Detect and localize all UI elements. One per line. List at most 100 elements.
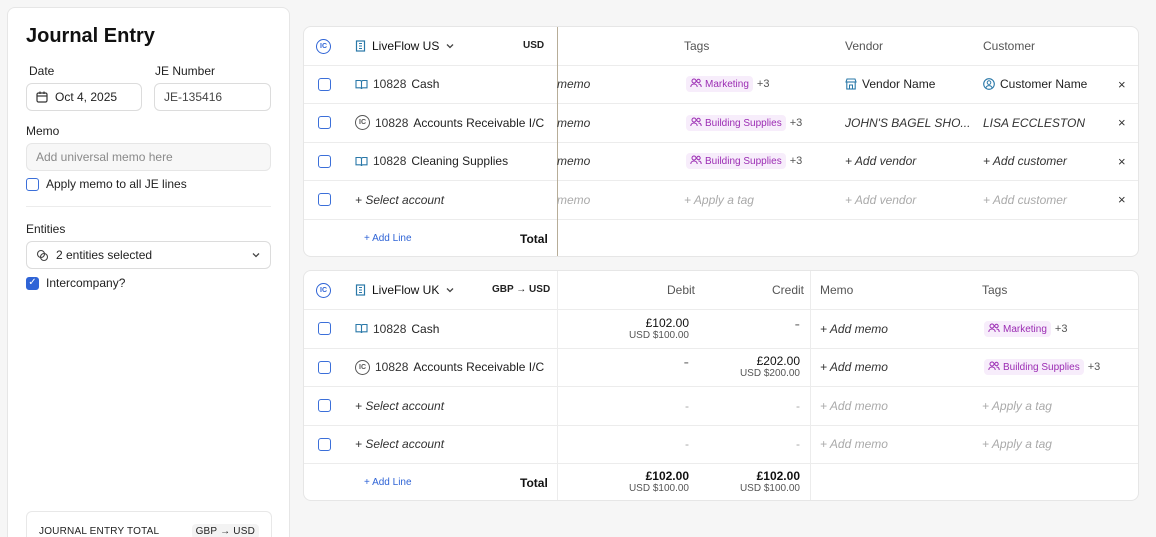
calendar-icon — [36, 91, 48, 103]
divider — [26, 206, 271, 207]
date-field[interactable]: Oct 4, 2025 — [26, 83, 142, 111]
intercompany-icon: IC — [355, 115, 370, 130]
add-vendor[interactable]: + Add vendor — [845, 142, 916, 180]
column-header-memo: Memo — [820, 283, 854, 297]
memo-cell[interactable]: memo — [557, 180, 590, 219]
vendor-cell[interactable]: Vendor Name — [845, 65, 935, 103]
date-label: Date — [29, 64, 55, 78]
memo-cell[interactable]: + Add memo — [820, 425, 888, 463]
entity-name: LiveFlow US — [372, 39, 440, 53]
tags-cell[interactable]: Building Supplies +3 — [686, 103, 802, 142]
add-vendor[interactable]: + Add vendor — [845, 180, 916, 219]
entity-selector-us[interactable]: LiveFlow US — [355, 27, 455, 65]
account-cell[interactable]: IC 10828 Accounts Receivable I/C — [355, 103, 544, 142]
apply-memo-row[interactable]: Apply memo to all JE lines — [26, 177, 187, 191]
add-customer[interactable]: + Add customer — [983, 142, 1067, 180]
account-cell[interactable]: 10828 Cleaning Supplies — [355, 142, 508, 180]
entities-select[interactable]: 2 entities selected — [26, 241, 271, 269]
credit-cell[interactable]: - — [796, 386, 800, 425]
apply-tag[interactable]: + Apply a tag — [684, 180, 754, 219]
tag-chip: Building Supplies — [984, 359, 1084, 375]
journal-entry-total-label: JOURNAL ENTRY TOTAL — [39, 525, 160, 537]
row-checkbox[interactable] — [318, 193, 331, 206]
date-value: Oct 4, 2025 — [55, 90, 118, 104]
building-icon — [355, 284, 366, 296]
column-header-customer: Customer — [983, 39, 1036, 53]
page-title: Journal Entry — [26, 25, 155, 47]
intercompany-checkbox[interactable]: ✓ — [26, 276, 39, 290]
tag-chip: Marketing — [984, 320, 1051, 337]
row-checkbox[interactable] — [318, 155, 331, 168]
memo-cell[interactable]: memo — [557, 65, 590, 103]
row-checkbox[interactable] — [318, 399, 331, 412]
debit-cell[interactable]: - — [685, 386, 689, 425]
tags-cell[interactable]: Marketing +3 — [686, 65, 769, 103]
tags-cell[interactable]: Marketing +3 — [984, 309, 1067, 348]
memo-cell[interactable]: memo — [557, 142, 590, 180]
credit-cell[interactable]: - — [796, 425, 800, 463]
vendor-cell[interactable]: JOHN'S BAGEL SHO... — [845, 103, 970, 142]
row-checkbox[interactable] — [318, 361, 331, 374]
add-customer[interactable]: + Add customer — [983, 180, 1067, 219]
close-icon[interactable]: × — [1118, 142, 1126, 180]
apply-memo-checkbox[interactable] — [26, 177, 39, 191]
column-header-credit: Credit — [772, 283, 805, 297]
tag-chip: Marketing — [686, 76, 753, 92]
entity-card-uk: IC LiveFlow UK GBP → USD Debit Credit Me… — [303, 270, 1139, 501]
column-header-vendor: Vendor — [845, 39, 884, 53]
memo-placeholder: Add universal memo here — [36, 150, 173, 164]
account-cell[interactable]: 10828 Cash — [355, 309, 439, 348]
select-account[interactable]: + Select account — [355, 425, 444, 463]
tags-cell[interactable]: Building Supplies +3 — [984, 348, 1100, 386]
close-icon[interactable]: × — [1118, 180, 1126, 219]
entity-name: LiveFlow UK — [372, 283, 440, 297]
intercompany-icon: IC — [316, 271, 331, 309]
account-cell[interactable]: IC 10828 Accounts Receivable I/C — [355, 348, 544, 386]
row-checkbox[interactable] — [318, 78, 331, 91]
people-icon — [988, 323, 1000, 332]
apply-tag[interactable]: + Apply a tag — [982, 386, 1052, 425]
tag-chip: Building Supplies — [686, 114, 786, 131]
column-header-tags: Tags — [982, 283, 1008, 297]
memo-cell[interactable]: + Add memo — [820, 348, 888, 386]
people-icon — [988, 361, 1000, 371]
debit-cell[interactable]: - — [685, 425, 689, 463]
memo-cell[interactable]: + Add memo — [820, 309, 888, 348]
row-checkbox[interactable] — [318, 322, 331, 335]
je-number-field[interactable]: JE-135416 — [154, 83, 271, 111]
select-account[interactable]: + Select account — [355, 386, 444, 425]
row-checkbox[interactable] — [318, 116, 331, 129]
intercompany-row[interactable]: ✓ Intercompany? — [26, 276, 125, 290]
entity-selector-uk[interactable]: LiveFlow UK — [355, 271, 455, 309]
book-icon — [355, 79, 368, 89]
credit-cell[interactable]: - — [795, 316, 800, 334]
building-icon — [355, 40, 366, 52]
select-account[interactable]: + Select account — [355, 180, 444, 219]
total-label: Total — [520, 231, 548, 246]
book-icon — [355, 323, 368, 334]
add-line-button[interactable]: + Add Line — [364, 219, 412, 256]
close-icon[interactable]: × — [1118, 65, 1126, 103]
people-icon — [690, 117, 702, 126]
credit-cell[interactable]: £202.00 USD $200.00 — [740, 354, 800, 379]
book-icon — [355, 156, 368, 166]
tags-cell[interactable]: Building Supplies +3 — [686, 142, 802, 180]
intercompany-icon: IC — [316, 27, 331, 65]
close-icon[interactable]: × — [1118, 103, 1126, 142]
debit-cell[interactable]: - — [684, 354, 689, 372]
account-cell[interactable]: 10828 Cash — [355, 65, 439, 103]
memo-cell[interactable]: memo — [557, 103, 590, 142]
customer-cell[interactable]: Customer Name — [983, 65, 1087, 103]
entities-icon — [36, 249, 49, 261]
memo-cell[interactable]: + Add memo — [820, 386, 888, 425]
people-icon — [690, 155, 702, 165]
row-checkbox[interactable] — [318, 438, 331, 451]
apply-tag[interactable]: + Apply a tag — [982, 425, 1052, 463]
debit-cell[interactable]: £102.00 USD $100.00 — [629, 316, 689, 341]
customer-cell[interactable]: LISA ECCLESTON — [983, 103, 1085, 142]
journal-entry-total: JOURNAL ENTRY TOTAL GBP → USD — [26, 511, 272, 537]
chevron-down-icon — [446, 288, 454, 293]
universal-memo-input[interactable]: Add universal memo here — [26, 143, 271, 171]
add-line-button[interactable]: + Add Line — [364, 463, 412, 500]
je-number-value: JE-135416 — [164, 90, 223, 104]
